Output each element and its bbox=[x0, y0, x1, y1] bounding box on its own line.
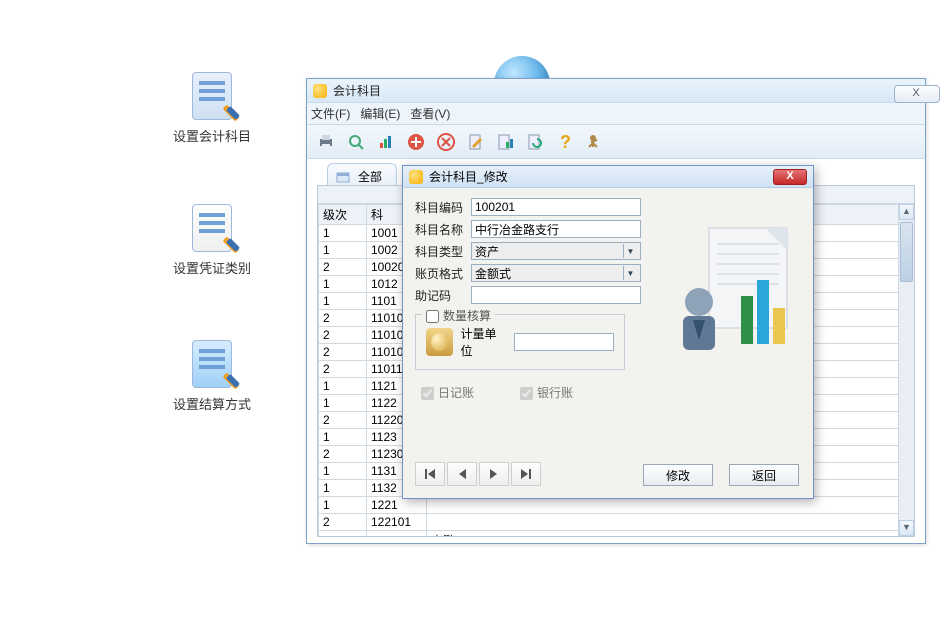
scroll-up-button[interactable]: ▲ bbox=[899, 204, 914, 220]
print-icon[interactable] bbox=[313, 129, 339, 155]
app-icon bbox=[313, 84, 327, 98]
dialog-icon bbox=[409, 170, 423, 184]
tab-icon bbox=[336, 170, 352, 184]
nav-last-button[interactable] bbox=[511, 462, 541, 486]
menu-view[interactable]: 查看(V) bbox=[410, 105, 450, 122]
menu-file[interactable]: 文件(F) bbox=[311, 105, 350, 122]
input-mnemonic[interactable] bbox=[471, 286, 641, 304]
nav-next-button[interactable] bbox=[479, 462, 509, 486]
desktop-icon-voucher[interactable]: 设置凭证类别 bbox=[162, 204, 262, 277]
desktop-icon-settlement[interactable]: 设置结算方式 bbox=[162, 340, 262, 413]
window-close-button[interactable]: X bbox=[894, 85, 940, 103]
input-name[interactable] bbox=[471, 220, 641, 238]
wrench-icon bbox=[220, 370, 242, 392]
group-qty: 数量核算 计量单位 bbox=[415, 314, 625, 370]
legend-qty: 数量核算 bbox=[443, 309, 491, 323]
chart-icon[interactable] bbox=[493, 129, 519, 155]
toolbar: ? bbox=[307, 125, 925, 159]
input-code[interactable] bbox=[471, 198, 641, 216]
label-name: 科目名称 bbox=[415, 221, 471, 238]
nav-prev-button[interactable] bbox=[447, 462, 477, 486]
table-row[interactable]: 2122102李鹏 bbox=[319, 531, 914, 538]
label-code: 科目编码 bbox=[415, 199, 471, 216]
label-type: 科目类型 bbox=[415, 243, 471, 260]
select-type[interactable]: 资产 ▼ bbox=[471, 242, 641, 260]
edit-doc-icon[interactable] bbox=[463, 129, 489, 155]
label-mnemonic: 助记码 bbox=[415, 287, 471, 304]
refresh-icon[interactable] bbox=[523, 129, 549, 155]
window-title: 会计科目 bbox=[333, 82, 919, 99]
chevron-down-icon: ▼ bbox=[623, 244, 637, 258]
check-bank-label[interactable]: 银行账 bbox=[520, 384, 573, 401]
check-journal-label[interactable]: 日记账 bbox=[421, 384, 474, 401]
check-bank[interactable] bbox=[520, 387, 533, 400]
desktop-label: 设置凭证类别 bbox=[162, 258, 262, 277]
menu-edit[interactable]: 编辑(E) bbox=[360, 105, 400, 122]
dialog-edit-account: 会计科目_修改 X 科目编码 科目名称 科目类型 资产 ▼ 账页格式 金额式 ▼ bbox=[402, 165, 814, 499]
desktop-icon-accounts[interactable]: 设置会计科目 bbox=[162, 72, 262, 145]
select-type-value: 资产 bbox=[475, 243, 499, 260]
tab-label: 全部 bbox=[358, 168, 382, 185]
svg-text:?: ? bbox=[560, 132, 571, 152]
wrench-icon bbox=[220, 234, 242, 256]
coins-icon bbox=[426, 328, 453, 356]
scroll-down-button[interactable]: ▼ bbox=[899, 520, 914, 536]
search-icon[interactable] bbox=[343, 129, 369, 155]
input-unit[interactable] bbox=[514, 333, 614, 351]
desktop-label: 设置会计科目 bbox=[162, 126, 262, 145]
back-button[interactable]: 返回 bbox=[729, 464, 799, 486]
chevron-down-icon: ▼ bbox=[623, 266, 637, 280]
titlebar[interactable]: 会计科目 bbox=[307, 79, 925, 103]
bars-icon[interactable] bbox=[373, 129, 399, 155]
dialog-close-button[interactable]: X bbox=[773, 169, 807, 185]
modify-button[interactable]: 修改 bbox=[643, 464, 713, 486]
dialog-title: 会计科目_修改 bbox=[429, 168, 508, 185]
table-row[interactable]: 11221 bbox=[319, 497, 914, 514]
select-page[interactable]: 金额式 ▼ bbox=[471, 264, 641, 282]
label-page: 账页格式 bbox=[415, 265, 471, 282]
label-unit: 计量单位 bbox=[461, 325, 506, 359]
exit-icon[interactable] bbox=[583, 129, 609, 155]
col-level[interactable]: 级次 bbox=[319, 205, 367, 225]
scrollbar-vertical[interactable]: ▲ ▼ bbox=[898, 204, 914, 536]
wrench-icon bbox=[220, 102, 242, 124]
nav-first-button[interactable] bbox=[415, 462, 445, 486]
check-journal[interactable] bbox=[421, 387, 434, 400]
scroll-thumb[interactable] bbox=[900, 222, 913, 282]
illustration bbox=[675, 224, 799, 368]
dialog-titlebar[interactable]: 会计科目_修改 X bbox=[403, 166, 813, 188]
help-icon[interactable]: ? bbox=[553, 129, 579, 155]
menubar: 文件(F) 编辑(E) 查看(V) bbox=[307, 103, 925, 125]
table-row[interactable]: 2122101 bbox=[319, 514, 914, 531]
delete-icon[interactable] bbox=[433, 129, 459, 155]
select-page-value: 金额式 bbox=[475, 265, 511, 282]
desktop-label: 设置结算方式 bbox=[162, 394, 262, 413]
check-qty[interactable] bbox=[426, 310, 439, 323]
add-icon[interactable] bbox=[403, 129, 429, 155]
